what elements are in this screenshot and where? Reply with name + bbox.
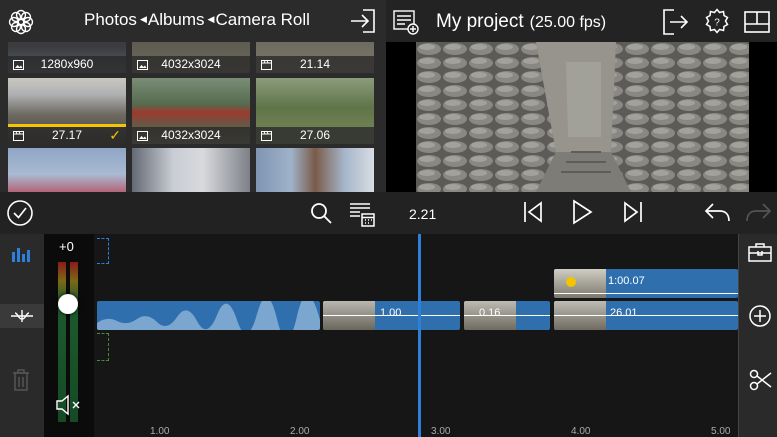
timeline-tools — [0, 234, 44, 437]
current-time: 2.21 — [409, 206, 437, 222]
breadcrumb-photos[interactable]: Photos — [84, 10, 137, 29]
media-thumbnail[interactable]: 27.06 — [256, 78, 374, 144]
trash-icon[interactable] — [12, 369, 30, 391]
volume-slider-knob[interactable] — [58, 294, 78, 314]
media-thumbnail[interactable]: 1280x960 — [8, 42, 126, 73]
search-icon[interactable] — [309, 201, 333, 225]
media-grid: 1280x960 4032x3024 21.14 27.17 ✓ 4032x30… — [0, 42, 386, 192]
volume-line — [554, 315, 738, 316]
photo-icon — [137, 60, 148, 70]
media-thumbnail[interactable] — [8, 148, 126, 192]
playhead[interactable] — [418, 234, 421, 437]
play-icon[interactable] — [570, 199, 594, 225]
media-thumbnail[interactable] — [132, 148, 250, 192]
audio-track-icon — [9, 308, 35, 324]
preview-frame — [416, 42, 749, 192]
layout-icon[interactable] — [743, 8, 771, 36]
breadcrumb: Photos ◀Albums ◀Camera Roll — [84, 10, 310, 30]
video-clip-icon — [13, 131, 24, 141]
audio-levels-icon[interactable] — [11, 244, 33, 262]
ruler-tick-label: 5.00 — [711, 426, 731, 437]
project-fps: (25.00 fps) — [529, 14, 607, 31]
breadcrumb-albums[interactable]: Albums — [148, 10, 205, 29]
timeline-clip[interactable]: 26.01 — [554, 301, 738, 330]
transition-marker[interactable] — [97, 238, 109, 264]
project-name: My project — [436, 11, 524, 32]
timeline-clip[interactable]: 0.16 — [464, 301, 550, 330]
breadcrumb-separator: ◀ — [207, 14, 215, 24]
clip-duration: 1:00.07 — [608, 275, 645, 287]
volume-line — [554, 293, 738, 294]
redo-icon[interactable] — [745, 201, 773, 223]
skip-to-end-icon[interactable] — [622, 200, 644, 224]
media-thumbnail[interactable]: 4032x3024 — [132, 78, 250, 144]
overlay-clip[interactable]: 1:00.07 — [554, 269, 738, 298]
keyframe-dot[interactable] — [566, 277, 576, 287]
thumbnail-caption: 1280x960 — [8, 56, 126, 73]
checkmark-icon: ✓ — [109, 127, 121, 143]
gain-label: +0 — [59, 239, 74, 254]
sort-by-date-icon[interactable] — [348, 200, 376, 228]
breadcrumb-separator: ◀ — [139, 14, 147, 24]
track-area[interactable] — [94, 234, 738, 437]
control-bar — [0, 192, 777, 234]
add-icon[interactable] — [748, 304, 772, 328]
scissors-icon[interactable] — [749, 368, 773, 392]
undo-icon[interactable] — [703, 201, 731, 223]
timeline-clip[interactable] — [97, 301, 320, 330]
video-clip-icon — [261, 60, 272, 70]
done-check-icon[interactable] — [6, 199, 34, 227]
photo-icon — [13, 60, 24, 70]
ruler-tick-label: 1.00 — [150, 426, 170, 437]
toolbox-icon[interactable] — [748, 242, 772, 262]
ruler-tick-label: 4.00 — [571, 426, 591, 437]
audio-waveform — [97, 301, 320, 330]
export-icon[interactable] — [662, 8, 690, 36]
media-thumbnail[interactable]: 4032x3024 — [132, 42, 250, 73]
clip-duration: 26.01 — [610, 307, 638, 319]
thumbnail-caption: 4032x3024 — [132, 127, 250, 144]
media-thumbnail-selected[interactable]: 27.17 ✓ — [8, 78, 126, 144]
project-title[interactable]: My project (25.00 fps) — [436, 11, 606, 33]
thumbnail-caption: 21.14 — [256, 56, 374, 73]
mute-icon[interactable] — [55, 393, 83, 417]
video-clip-icon — [261, 131, 272, 141]
project-list-icon[interactable] — [392, 8, 420, 36]
help-gear-icon[interactable]: ? — [703, 8, 731, 36]
ruler-tick-label: 3.00 — [431, 426, 451, 437]
volume-line — [464, 315, 550, 316]
breadcrumb-camera-roll: Camera Roll — [215, 10, 310, 29]
thumbnail-caption: 27.06 — [256, 127, 374, 144]
video-preview[interactable] — [416, 42, 749, 192]
clip-duration: 1.00 — [380, 307, 402, 319]
media-thumbnail[interactable] — [256, 148, 374, 192]
svg-text:?: ? — [714, 18, 720, 29]
photo-icon — [137, 131, 148, 141]
ruler-tick-label: 2.00 — [290, 426, 310, 437]
clip-duration: 0.16 — [479, 307, 501, 319]
timeline-actions — [738, 234, 777, 437]
thumbnail-caption: 4032x3024 — [132, 56, 250, 73]
import-icon[interactable] — [349, 8, 377, 34]
media-thumbnail[interactable]: 21.14 — [256, 42, 374, 73]
transition-marker[interactable] — [97, 333, 109, 361]
flower-menu-icon[interactable] — [7, 8, 35, 36]
skip-to-start-icon[interactable] — [522, 200, 544, 224]
timeline-clip[interactable]: 1.00 — [323, 301, 460, 330]
